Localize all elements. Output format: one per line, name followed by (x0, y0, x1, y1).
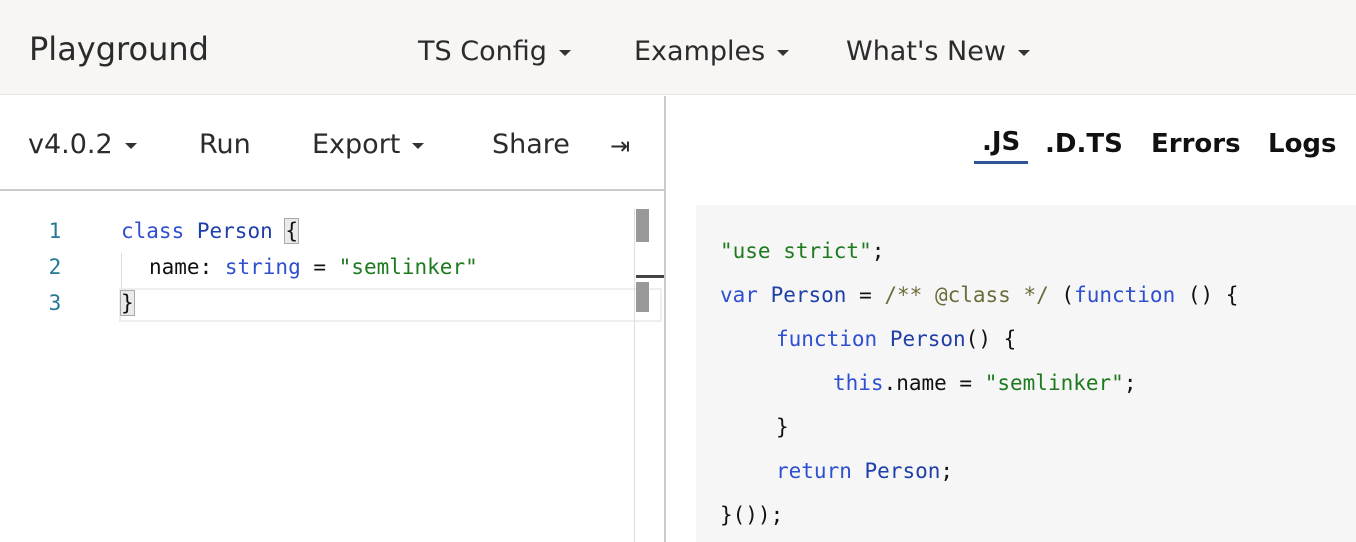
string: "semlinker" (984, 371, 1124, 395)
output-line: this.name = "semlinker"; (833, 371, 1136, 395)
nav-whats-new[interactable]: What's New (846, 36, 1030, 67)
punct: .name = (883, 371, 985, 395)
scroll-thumb[interactable] (636, 209, 649, 242)
export-label: Export (312, 129, 401, 160)
nav-ts-config[interactable]: TS Config (418, 36, 571, 67)
identifier: Person (864, 459, 941, 483)
caret-down-icon (558, 49, 571, 56)
tab-logs[interactable]: Logs (1268, 129, 1337, 159)
code-editor[interactable]: 1 2 3 class Person { name: string = "sem… (0, 193, 664, 542)
brace: { (284, 218, 300, 244)
output-line: } (776, 415, 789, 439)
punct: ( (1048, 283, 1075, 307)
nav-label: TS Config (418, 36, 547, 67)
type: string (224, 255, 301, 279)
string: "use strict" (720, 239, 872, 263)
output-line: "use strict"; (720, 239, 884, 263)
line-number: 2 (48, 255, 62, 279)
code-line: name: string = "semlinker" (149, 255, 478, 279)
caret-down-icon (124, 142, 137, 149)
keyword: this (833, 371, 884, 395)
caret-down-icon (777, 49, 790, 56)
tab-dts[interactable]: .D.TS (1045, 129, 1123, 159)
top-header: Playground TS Config Examples What's New (0, 0, 1356, 95)
code-line: class Person { (121, 218, 300, 244)
share-button[interactable]: Share (492, 129, 570, 160)
export-dropdown[interactable]: Export (312, 129, 425, 160)
indent-guide (121, 253, 122, 289)
output-line: function Person() { (776, 327, 1016, 351)
nav-label: Examples (634, 36, 766, 67)
version-label: v4.0.2 (28, 129, 113, 160)
punct: ; (871, 239, 885, 263)
caret-down-icon (1017, 49, 1030, 56)
identifier: Person (889, 327, 966, 351)
caret-down-icon (412, 142, 425, 149)
brace: } (120, 290, 135, 316)
keyword: class (121, 219, 185, 243)
app-title: Playground (29, 30, 209, 68)
output-line: return Person; (776, 459, 953, 483)
code-line: } (120, 290, 135, 316)
string: "semlinker" (338, 255, 478, 279)
operator: = (846, 283, 885, 307)
cursor-marker (636, 275, 664, 278)
output-line: var Person = /** @class */ (function () … (720, 283, 1238, 307)
keyword: function (1074, 283, 1176, 307)
editor-scrollbar[interactable] (634, 209, 664, 542)
keyword: var (720, 283, 758, 307)
identifier: Person (196, 219, 273, 243)
punct: ; (1123, 371, 1137, 395)
version-dropdown[interactable]: v4.0.2 (28, 129, 137, 160)
output-pane: .JS .D.TS Errors Logs "use strict"; var … (668, 96, 1356, 542)
line-number: 3 (48, 291, 62, 315)
editor-pane: v4.0.2 Run Export Share ⇥ 1 2 3 class Pe… (0, 96, 666, 542)
line-number: 1 (48, 219, 62, 243)
tab-errors[interactable]: Errors (1151, 129, 1241, 159)
property: name: (149, 255, 225, 279)
run-button[interactable]: Run (199, 129, 251, 160)
editor-toolbar: v4.0.2 Run Export Share ⇥ (0, 96, 664, 191)
comment: /** @class */ (884, 283, 1049, 307)
current-line-highlight (119, 288, 662, 322)
js-output: "use strict"; var Person = /** @class */… (696, 205, 1356, 542)
tab-js[interactable]: .JS (974, 127, 1029, 164)
output-line: }()); (720, 503, 784, 527)
punct: () { (1175, 283, 1239, 307)
nav-examples[interactable]: Examples (634, 36, 790, 67)
punct: () { (965, 327, 1017, 351)
collapse-sidebar-icon[interactable]: ⇥ (610, 132, 630, 160)
nav-label: What's New (846, 36, 1006, 67)
identifier: Person (770, 283, 847, 307)
punct: ; (940, 459, 954, 483)
scroll-marker (636, 282, 649, 312)
keyword: function (776, 327, 878, 351)
keyword: return (776, 459, 852, 483)
operator: = (300, 255, 339, 279)
